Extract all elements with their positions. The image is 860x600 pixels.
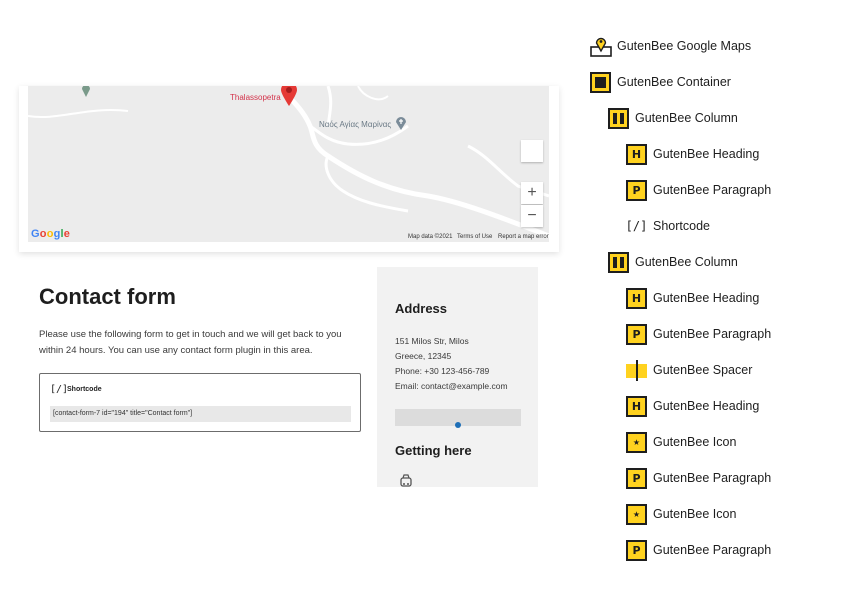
list-item-label: GutenBee Spacer [653,363,753,377]
contact-paragraph[interactable]: Please use the following form to get in … [39,327,359,358]
getting-here-heading[interactable]: Getting here [395,443,472,458]
container-icon [590,71,611,93]
list-item-icon[interactable]: ★ GutenBee Icon [626,502,736,526]
list-item-label: GutenBee Heading [653,399,760,413]
list-item-paragraph[interactable]: P GutenBee Paragraph [626,322,771,346]
shortcode-label: Shortcode [67,386,102,393]
list-item-paragraph[interactable]: P GutenBee Paragraph [626,538,771,562]
shortcode-icon: [/] [50,384,69,395]
place-label-primary: Thalassopetra [230,93,281,102]
paragraph-icon: P [626,467,647,489]
address-paragraph[interactable]: 151 Milos Str, Milos Greece, 12345 Phone… [395,334,508,394]
column-icon [608,251,629,273]
column-icon [608,107,629,129]
list-item-label: GutenBee Icon [653,507,737,521]
google-logo: Google [31,228,71,240]
list-item-shortcode[interactable]: [/] Shortcode [626,214,710,238]
map-data-credit: Map data ©2021 [408,234,453,240]
address-heading[interactable]: Address [395,301,447,316]
list-item-label: GutenBee Icon [653,435,737,449]
shortcode-input[interactable]: [contact-form-7 id="194" title="Contact … [50,406,351,422]
star-icon: ★ [626,503,647,525]
paragraph-icon: P [626,323,647,345]
list-item-label: GutenBee Column [635,255,738,269]
list-item-label: GutenBee Column [635,111,738,125]
paragraph-icon: P [626,179,647,201]
list-item-google-maps[interactable]: GutenBee Google Maps [590,34,751,58]
heading-icon: H [626,287,647,309]
spacer-icon [626,359,647,381]
list-item-label: GutenBee Paragraph [653,471,772,485]
list-item-paragraph[interactable]: P GutenBee Paragraph [626,466,771,490]
list-item-label: GutenBee Paragraph [653,327,772,341]
address-line: 151 Milos Str, Milos [395,336,469,346]
shortcode-icon: [/] [625,219,648,233]
list-item-column[interactable]: GutenBee Column [608,250,738,274]
list-item-heading[interactable]: H GutenBee Heading [626,394,759,418]
address-line: Greece, 12345 [395,351,452,361]
list-item-column[interactable]: GutenBee Column [608,106,738,130]
list-item-container[interactable]: GutenBee Container [590,70,731,94]
email-line: Email: contact@example.com [395,381,508,391]
list-item-label: GutenBee Paragraph [653,183,772,197]
list-item-spacer[interactable]: GutenBee Spacer [626,358,752,382]
heading-icon: H [626,395,647,417]
heading-icon: H [626,143,647,165]
list-item-label: GutenBee Paragraph [653,543,772,557]
terms-of-use-link[interactable]: Terms of Use [457,234,492,240]
car-icon[interactable] [399,474,413,487]
list-item-label: GutenBee Container [617,75,731,89]
list-item-heading[interactable]: H GutenBee Heading [626,142,759,166]
contact-heading[interactable]: Contact form [39,284,176,310]
list-item-paragraph[interactable]: P GutenBee Paragraph [626,178,771,202]
list-item-label: GutenBee Heading [653,291,760,305]
map-canvas[interactable]: Thalassopetra Ναός Αγίας Μαρίνας + − Goo… [28,86,549,242]
report-map-error-link[interactable]: Report a map error [498,234,549,240]
list-item-label: GutenBee Heading [653,147,760,161]
place-label-secondary: Ναός Αγίας Μαρίνας [319,120,392,129]
street-view-button[interactable] [521,140,543,162]
zoom-in-button[interactable]: + [521,182,543,204]
phone-line: Phone: +30 123-456-789 [395,366,490,376]
address-column[interactable]: Address 151 Milos Str, Milos Greece, 123… [377,267,538,487]
google-maps-block[interactable]: Thalassopetra Ναός Αγίας Μαρίνας + − Goo… [19,86,559,252]
list-item-icon[interactable]: ★ GutenBee Icon [626,430,736,454]
list-item-heading[interactable]: H GutenBee Heading [626,286,759,310]
list-item-label: Shortcode [653,219,710,233]
list-item-label: GutenBee Google Maps [617,39,752,53]
map-pin-icon [590,36,612,57]
paragraph-icon: P [626,539,647,561]
shortcode-block[interactable]: [/] Shortcode [contact-form-7 id="194" t… [39,373,361,432]
map-marker-icon[interactable] [281,86,297,111]
church-pin-icon [395,116,407,135]
spacer-resize-handle[interactable] [455,422,461,428]
location-pin-icon [81,86,91,102]
zoom-out-button[interactable]: − [521,205,543,227]
star-icon: ★ [626,431,647,453]
